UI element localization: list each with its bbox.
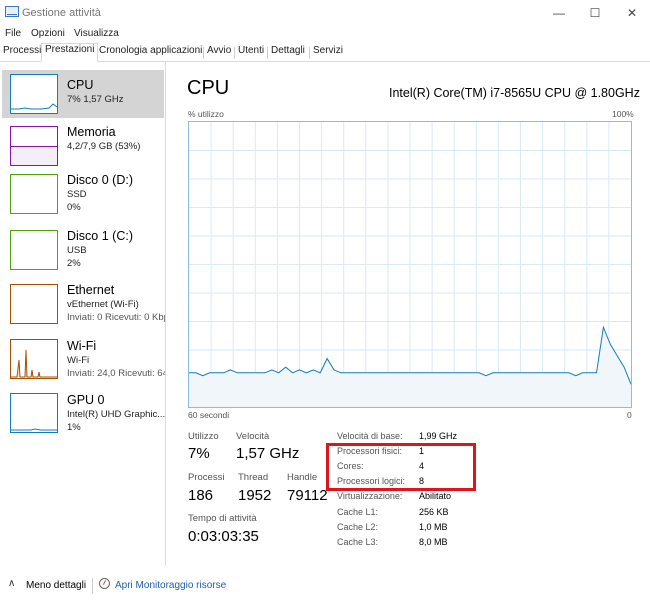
sidebar-item-disco-1[interactable]: Disco 1 (C:) USB 2%	[2, 226, 164, 280]
chevron-up-icon[interactable]: ∧	[8, 578, 15, 589]
sidebar-item-title: CPU	[67, 78, 94, 92]
spec-label: Virtualizzazione:	[337, 491, 403, 501]
title-bar: Gestione attività — ☐ ✕	[0, 0, 650, 26]
handle-value: 79112	[287, 487, 328, 504]
sidebar-item-title: Ethernet	[67, 283, 115, 297]
utilizzo-value: 7%	[188, 445, 210, 462]
tab-dettagli[interactable]: Dettagli	[271, 45, 305, 61]
disk-thumbnail-graph	[10, 174, 58, 214]
wifi-thumbnail-graph	[10, 339, 58, 379]
sidebar-item-cpu[interactable]: CPU 7% 1,57 GHz	[2, 70, 164, 118]
graph-axis-max-label: 100%	[612, 109, 634, 119]
velocita-value: 1,57 GHz	[236, 445, 300, 462]
sidebar-item-title: Disco 1 (C:)	[67, 229, 133, 243]
tempo-attivita-label: Tempo di attività	[188, 513, 257, 524]
sidebar-item-ethernet[interactable]: Ethernet vEthernet (Wi-Fi) Inviati: 0 Ri…	[2, 282, 166, 336]
processi-value: 186	[188, 487, 214, 504]
cpu-thumbnail-graph	[10, 74, 58, 114]
disk-thumbnail-graph	[10, 230, 58, 270]
maximize-button[interactable]: ☐	[582, 4, 608, 22]
spec-label: Velocità di base:	[337, 431, 403, 441]
spec-value: Abilitato	[419, 491, 452, 501]
footer-divider	[92, 578, 93, 594]
spec-value: 256 KB	[419, 507, 449, 517]
processi-label: Processi	[188, 472, 225, 483]
highlight-annotation	[326, 443, 476, 491]
spec-label: Cache L3:	[337, 537, 379, 547]
sidebar-item-usage: 1%	[67, 422, 81, 433]
tab-cronologia-applicazioni[interactable]: Cronologia applicazioni	[99, 45, 202, 61]
spec-label: Cache L1:	[337, 507, 379, 517]
memory-thumbnail-graph	[10, 126, 58, 166]
handle-label: Handle	[287, 472, 318, 483]
tab-servizi[interactable]: Servizi	[313, 45, 343, 61]
tab-avvio[interactable]: Avvio	[207, 45, 231, 61]
menu-visualizza[interactable]: Visualizza	[74, 28, 119, 39]
sidebar-item-gpu-0[interactable]: GPU 0 Intel(R) UHD Graphic... 1%	[2, 392, 166, 446]
tab-utenti[interactable]: Utenti	[238, 45, 264, 61]
sidebar-item-detail: 7% 1,57 GHz	[67, 94, 124, 105]
sidebar-item-throughput: Inviati: 0 Ricevuti: 0 Kbps	[67, 312, 166, 323]
footer-bar: ∧ Meno dettagli Apri Monitoraggio risors…	[0, 566, 650, 604]
tempo-attivita-value: 0:03:03:35	[188, 528, 259, 545]
menu-file[interactable]: File	[5, 28, 21, 39]
sidebar-item-title: Wi-Fi	[67, 339, 97, 353]
sidebar-item-throughput: Inviati: 24,0 Ricevuti: 64	[67, 368, 166, 379]
sidebar-item-usage: 0%	[67, 202, 81, 213]
cpu-model-name: Intel(R) Core(TM) i7-8565U CPU @ 1.80GHz	[389, 86, 640, 100]
sidebar-item-detail: USB	[67, 245, 87, 256]
spec-value: 1,99 GHz	[419, 431, 458, 441]
sidebar-item-detail: Intel(R) UHD Graphic...	[67, 409, 166, 420]
performance-sidebar: CPU 7% 1,57 GHz Memoria 4,2/7,9 GB (53%)…	[0, 62, 166, 566]
tab-divider	[267, 47, 268, 59]
sidebar-item-detail: 4,2/7,9 GB (53%)	[67, 141, 141, 152]
graph-time-end-label: 0	[627, 410, 632, 420]
tab-divider	[234, 47, 235, 59]
spec-value: 1,0 MB	[419, 522, 448, 532]
graph-time-span-label: 60 secondi	[188, 410, 230, 420]
sidebar-item-wifi[interactable]: Wi-Fi Wi-Fi Inviati: 24,0 Ricevuti: 64	[2, 338, 166, 392]
tab-divider	[203, 47, 204, 59]
utilizzo-label: Utilizzo	[188, 431, 219, 442]
menu-bar: File Opzioni Visualizza	[0, 26, 650, 42]
sidebar-item-detail: vEthernet (Wi-Fi)	[67, 299, 139, 310]
cpu-usage-chart	[189, 122, 632, 407]
spec-value: 8,0 MB	[419, 537, 448, 547]
tab-processi[interactable]: Processi	[3, 45, 41, 61]
resource-monitor-icon[interactable]	[99, 578, 110, 589]
minimize-button[interactable]: —	[546, 4, 572, 22]
tab-bar: Processi Prestazioni Cronologia applicaz…	[0, 42, 650, 62]
sidebar-item-title: Disco 0 (D:)	[67, 173, 133, 187]
sidebar-item-title: GPU 0	[67, 393, 105, 407]
velocita-label: Velocità	[236, 431, 270, 442]
sidebar-item-detail: SSD	[67, 189, 87, 200]
sidebar-item-memoria[interactable]: Memoria 4,2/7,9 GB (53%)	[2, 122, 164, 176]
sidebar-item-disco-0[interactable]: Disco 0 (D:) SSD 0%	[2, 170, 164, 224]
page-title: CPU	[187, 77, 230, 99]
gpu-thumbnail-graph	[10, 393, 58, 433]
sidebar-item-title: Memoria	[67, 125, 116, 139]
tab-prestazioni[interactable]: Prestazioni	[41, 43, 99, 62]
graph-axis-label: % utilizzo	[188, 109, 224, 119]
window-title: Gestione attività	[22, 7, 101, 19]
open-resource-monitor-link[interactable]: Apri Monitoraggio risorse	[115, 580, 226, 591]
close-button[interactable]: ✕	[619, 4, 645, 22]
tab-divider	[309, 47, 310, 59]
cpu-usage-graph	[188, 121, 632, 408]
sidebar-item-usage: 2%	[67, 258, 81, 269]
menu-opzioni[interactable]: Opzioni	[31, 28, 65, 39]
ethernet-thumbnail-graph	[10, 284, 58, 324]
thread-value: 1952	[238, 487, 272, 504]
task-manager-icon	[5, 6, 19, 17]
thread-label: Thread	[238, 472, 269, 483]
less-details-link[interactable]: Meno dettagli	[26, 580, 86, 591]
sidebar-item-detail: Wi-Fi	[67, 355, 90, 366]
spec-label: Cache L2:	[337, 522, 379, 532]
